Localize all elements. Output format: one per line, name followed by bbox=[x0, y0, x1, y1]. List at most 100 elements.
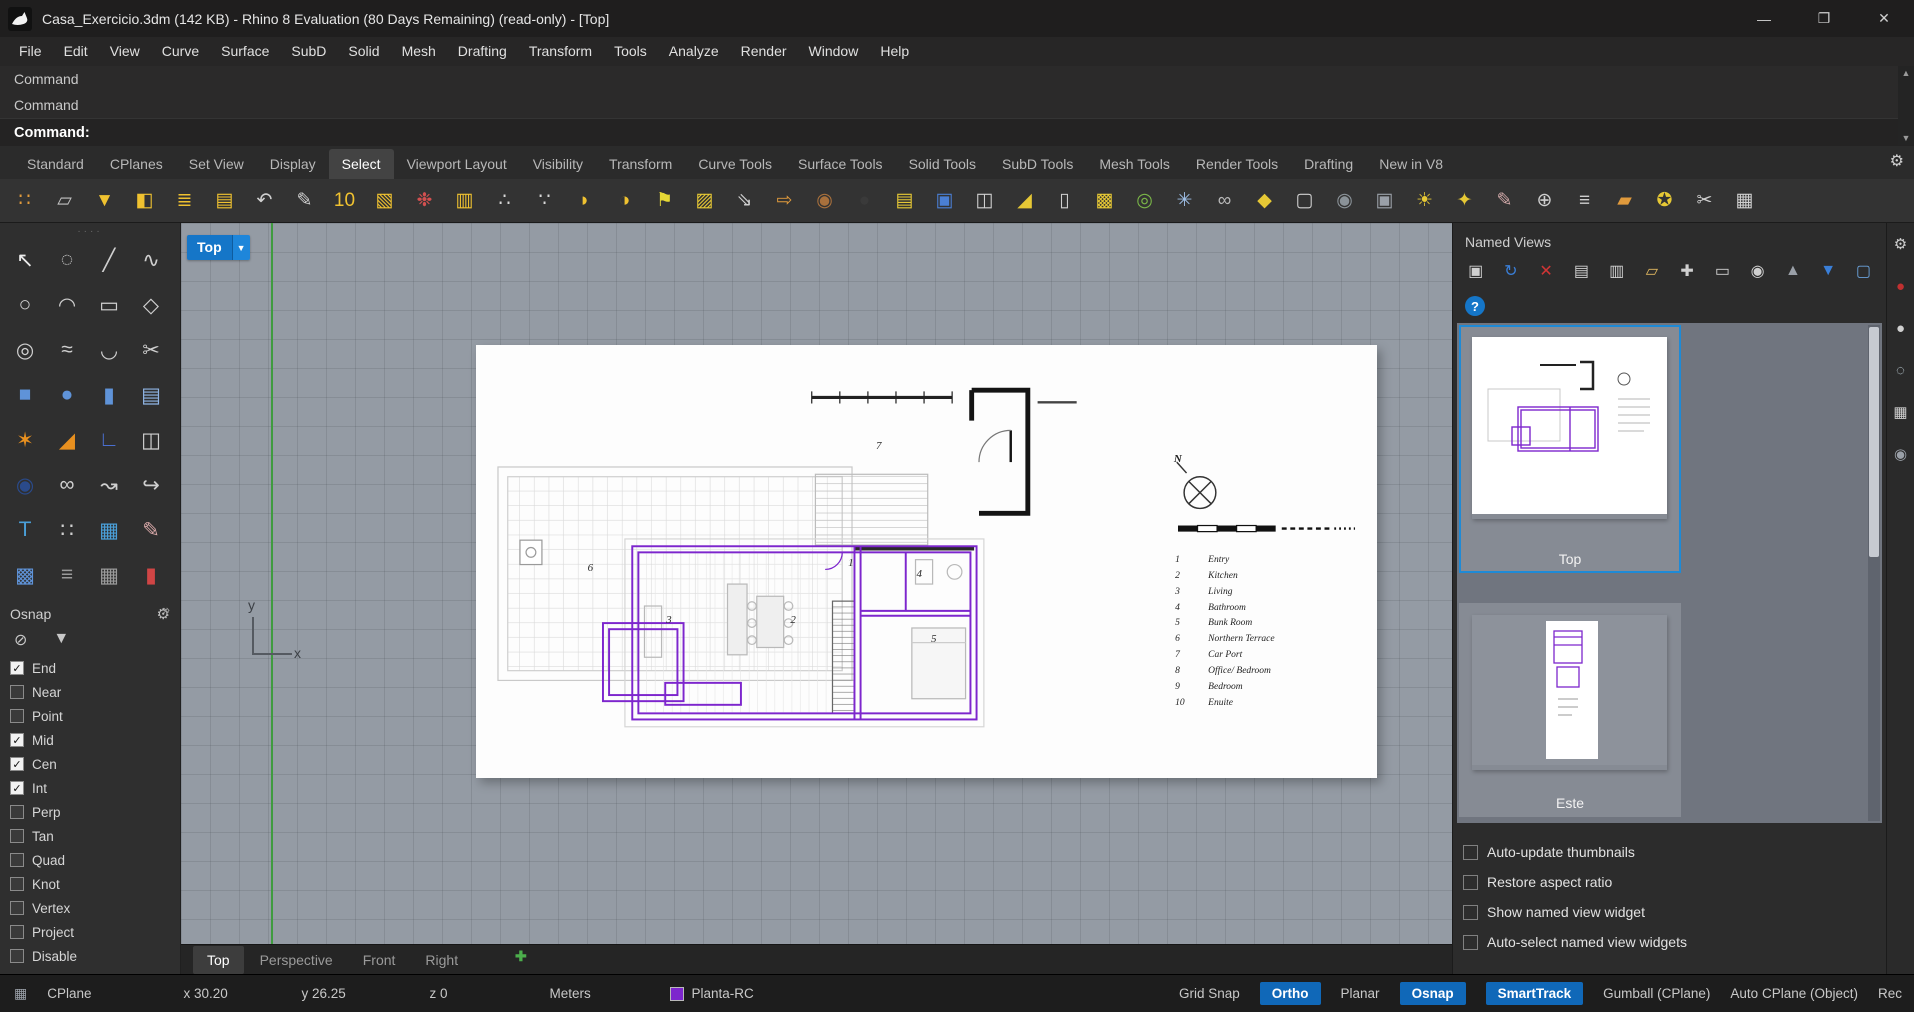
viewport-tab[interactable]: Right bbox=[411, 946, 472, 974]
ribbon-gear-icon[interactable]: ⚙ bbox=[1890, 151, 1904, 171]
toolbar-icon[interactable]: ↶ bbox=[248, 184, 281, 217]
viewport-tab[interactable]: Front bbox=[349, 946, 410, 974]
viewport-canvas[interactable]: Top ▼ bbox=[181, 223, 1452, 944]
toolbar-icon[interactable]: ▩ bbox=[1088, 184, 1121, 217]
command-prompt-input[interactable]: Command: bbox=[0, 118, 1914, 146]
menu-item[interactable]: Drafting bbox=[447, 37, 518, 66]
osnap-checkbox-item[interactable]: Quad bbox=[0, 848, 180, 872]
palette-icon[interactable]: ▦ bbox=[90, 556, 128, 594]
scroll-up-icon[interactable]: ▲ bbox=[1902, 68, 1911, 78]
statusbar-toggle[interactable]: Rec bbox=[1878, 986, 1902, 1001]
checkbox-icon[interactable] bbox=[10, 805, 24, 819]
osnap-filter-icon[interactable]: ⊘ bbox=[14, 630, 27, 650]
menu-item[interactable]: Render bbox=[730, 37, 798, 66]
toolbar-icon[interactable]: ⊕ bbox=[1528, 184, 1561, 217]
osnap-checkbox-item[interactable]: Cen bbox=[0, 752, 180, 776]
palette-icon[interactable]: ∿ bbox=[132, 241, 170, 279]
menu-item[interactable]: SubD bbox=[280, 37, 337, 66]
viewport-tab[interactable]: Perspective bbox=[246, 946, 347, 974]
checkbox-icon[interactable] bbox=[10, 877, 24, 891]
named-views-tool-icon[interactable]: ✚ bbox=[1675, 258, 1700, 284]
palette-icon[interactable]: ◉ bbox=[6, 466, 44, 504]
add-viewport-icon[interactable]: ✚ bbox=[515, 948, 527, 965]
menu-item[interactable]: Curve bbox=[151, 37, 210, 66]
checkbox-icon[interactable] bbox=[10, 949, 24, 963]
ribbon-tab[interactable]: SubD Tools bbox=[989, 149, 1086, 179]
strip-icon[interactable]: ● bbox=[1890, 275, 1912, 297]
palette-icon[interactable]: ✶ bbox=[6, 421, 44, 459]
toolbar-icon[interactable]: ◑ bbox=[608, 184, 641, 217]
menu-item[interactable]: Help bbox=[869, 37, 920, 66]
osnap-checkbox-item[interactable]: Int bbox=[0, 776, 180, 800]
named-view-item-este[interactable]: Este bbox=[1459, 603, 1681, 817]
toolbar-icon[interactable]: ≡ bbox=[1568, 184, 1601, 217]
toolbar-icon[interactable]: ▧ bbox=[368, 184, 401, 217]
named-views-tool-icon[interactable]: ▤ bbox=[1569, 258, 1594, 284]
osnap-expand-chevron[interactable]: » bbox=[163, 602, 170, 617]
viewport-title-label[interactable]: Top ▼ bbox=[187, 235, 250, 260]
cplane-selector[interactable]: CPlane bbox=[47, 986, 91, 1001]
palette-icon[interactable]: ∞ bbox=[48, 466, 86, 504]
ribbon-tab[interactable]: Select bbox=[329, 149, 394, 179]
statusbar-pane-icon[interactable]: ▦ bbox=[14, 985, 27, 1002]
osnap-filter-icon[interactable]: ▼ bbox=[53, 630, 69, 650]
toolbar-icon[interactable]: ◢ bbox=[1008, 184, 1041, 217]
palette-icon[interactable]: ■ bbox=[6, 376, 44, 414]
ribbon-tab[interactable]: Standard bbox=[14, 149, 97, 179]
toolbar-icon[interactable]: ▣ bbox=[1368, 184, 1401, 217]
osnap-checkbox-item[interactable]: Disable bbox=[0, 944, 180, 968]
units-selector[interactable]: Meters bbox=[550, 986, 670, 1001]
statusbar-toggle[interactable]: Auto CPlane (Object) bbox=[1730, 986, 1858, 1001]
palette-icon[interactable]: ≈ bbox=[48, 331, 86, 369]
toolbar-icon[interactable]: ◫ bbox=[968, 184, 1001, 217]
toolbar-icon[interactable]: ✳ bbox=[1168, 184, 1201, 217]
statusbar-toggle[interactable]: SmartTrack bbox=[1486, 982, 1584, 1005]
ribbon-tab[interactable]: Visibility bbox=[520, 149, 596, 179]
toolbar-icon[interactable]: ◧ bbox=[128, 184, 161, 217]
checkbox-icon[interactable] bbox=[10, 925, 24, 939]
menu-item[interactable]: Surface bbox=[210, 37, 280, 66]
checkbox-icon[interactable] bbox=[10, 901, 24, 915]
toolbar-icon[interactable]: ∞ bbox=[1208, 184, 1241, 217]
toolbar-icon[interactable]: ✂ bbox=[1688, 184, 1721, 217]
statusbar-toggle[interactable]: Ortho bbox=[1260, 982, 1321, 1005]
toolbar-icon[interactable]: ∵ bbox=[528, 184, 561, 217]
menu-item[interactable]: Analyze bbox=[658, 37, 730, 66]
ribbon-tab[interactable]: Mesh Tools bbox=[1086, 149, 1183, 179]
strip-icon[interactable]: ● bbox=[1890, 317, 1912, 339]
close-button[interactable]: ✕ bbox=[1854, 0, 1914, 37]
palette-icon[interactable]: ✂ bbox=[132, 331, 170, 369]
statusbar-toggle[interactable]: Gumball (CPlane) bbox=[1603, 986, 1710, 1001]
ribbon-tab[interactable]: New in V8 bbox=[1366, 149, 1456, 179]
checkbox-icon[interactable] bbox=[10, 733, 24, 747]
viewport-dropdown-icon[interactable]: ▼ bbox=[232, 235, 250, 260]
scroll-down-icon[interactable]: ▼ bbox=[1902, 133, 1911, 143]
osnap-checkbox-item[interactable]: Near bbox=[0, 680, 180, 704]
toolbar-icon[interactable]: ≣ bbox=[168, 184, 201, 217]
palette-icon[interactable]: T bbox=[6, 511, 44, 549]
viewport-tab[interactable]: Top bbox=[193, 946, 244, 974]
ribbon-tab[interactable]: Render Tools bbox=[1183, 149, 1291, 179]
palette-icon[interactable]: ↖ bbox=[6, 241, 44, 279]
ribbon-tab[interactable]: CPlanes bbox=[97, 149, 176, 179]
toolbar-icon[interactable]: ● bbox=[848, 184, 881, 217]
osnap-checkbox-item[interactable]: Mid bbox=[0, 728, 180, 752]
palette-icon[interactable]: ▭ bbox=[90, 286, 128, 324]
palette-icon[interactable]: ▮ bbox=[90, 376, 128, 414]
toolbar-icon[interactable]: ◉ bbox=[808, 184, 841, 217]
menu-item[interactable]: Transform bbox=[518, 37, 603, 66]
ribbon-tab[interactable]: Transform bbox=[596, 149, 685, 179]
named-views-tool-icon[interactable]: ▥ bbox=[1604, 258, 1629, 284]
menu-item[interactable]: File bbox=[8, 37, 53, 66]
statusbar-toggle[interactable]: Osnap bbox=[1400, 982, 1466, 1005]
palette-icon[interactable]: ○ bbox=[6, 286, 44, 324]
osnap-checkbox-item[interactable]: Point bbox=[0, 704, 180, 728]
checkbox-icon[interactable] bbox=[10, 685, 24, 699]
toolbar-icon[interactable]: ▦ bbox=[1728, 184, 1761, 217]
palette-icon[interactable]: ▦ bbox=[90, 511, 128, 549]
toolbar-icon[interactable]: ⚑ bbox=[648, 184, 681, 217]
statusbar-toggle[interactable]: Planar bbox=[1341, 986, 1380, 1001]
osnap-checkbox-item[interactable]: Tan bbox=[0, 824, 180, 848]
minimize-button[interactable]: — bbox=[1734, 0, 1794, 37]
toolbar-icon[interactable]: ✎ bbox=[1488, 184, 1521, 217]
